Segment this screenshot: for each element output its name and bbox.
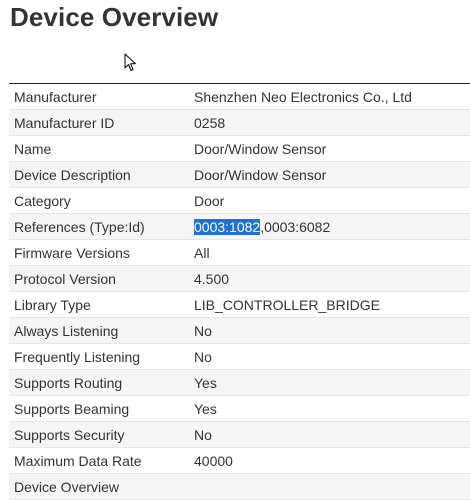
row-value: Yes xyxy=(194,374,217,391)
row-label: Supports Security xyxy=(14,426,125,443)
table-row-device-description: Device Description Door/Window Sensor xyxy=(9,162,470,188)
row-label: Supports Beaming xyxy=(14,400,130,417)
row-value[interactable]: 0003:1082,0003:6082 xyxy=(190,218,470,235)
row-value: 40000 xyxy=(194,452,233,469)
table-row-supports-beaming: Supports Beaming Yes xyxy=(9,396,470,422)
row-label: Device Description xyxy=(14,166,131,183)
table-row-category: Category Door xyxy=(9,188,470,214)
row-label: Manufacturer xyxy=(14,88,97,105)
page-title: Device Overview xyxy=(10,2,219,32)
row-label: Device Overview xyxy=(14,478,120,495)
row-label: Library Type xyxy=(14,296,91,313)
device-details-table: Manufacturer Shenzhen Neo Electronics Co… xyxy=(9,83,470,500)
row-label: Protocol Version xyxy=(14,270,116,287)
arrow-cursor-icon xyxy=(124,53,136,71)
table-row-manufacturer-id: Manufacturer ID 0258 xyxy=(9,110,470,136)
row-label: Manufacturer ID xyxy=(14,114,115,131)
table-row-device-overview: Device Overview xyxy=(9,474,470,500)
row-value: Shenzhen Neo Electronics Co., Ltd xyxy=(194,88,412,105)
row-value: 0258 xyxy=(194,114,226,131)
row-value: LIB_CONTROLLER_BRIDGE xyxy=(194,296,380,313)
row-value: Door xyxy=(194,192,225,209)
row-label: Always Listening xyxy=(14,322,119,339)
row-label: Maximum Data Rate xyxy=(14,452,142,469)
table-row-name: Name Door/Window Sensor xyxy=(9,136,470,162)
table-row-library-type: Library Type LIB_CONTROLLER_BRIDGE xyxy=(9,292,470,318)
row-value: Yes xyxy=(194,400,217,417)
row-value: Door/Window Sensor xyxy=(194,166,327,183)
table-row-maximum-data-rate: Maximum Data Rate 40000 xyxy=(9,448,470,474)
table-row-always-listening: Always Listening No xyxy=(9,318,470,344)
table-row-protocol-version: Protocol Version 4.500 xyxy=(9,266,470,292)
row-label: Firmware Versions xyxy=(14,244,130,261)
row-value: All xyxy=(194,244,210,261)
table-row-manufacturer: Manufacturer Shenzhen Neo Electronics Co… xyxy=(9,84,470,110)
row-label: References (Type:Id) xyxy=(14,218,145,235)
table-row-frequently-listening: Frequently Listening No xyxy=(9,344,470,370)
table-row-firmware-versions: Firmware Versions All xyxy=(9,240,470,266)
row-value: No xyxy=(194,426,212,443)
row-label: Category xyxy=(14,192,71,209)
row-value: No xyxy=(194,348,212,365)
selected-text[interactable]: 0003:1082 xyxy=(194,218,261,235)
row-label: Name xyxy=(14,140,52,157)
row-value: Door/Window Sensor xyxy=(194,140,327,157)
table-row-supports-security: Supports Security No xyxy=(9,422,470,448)
row-label: Frequently Listening xyxy=(14,348,141,365)
row-value: No xyxy=(194,322,212,339)
table-row-supports-routing: Supports Routing Yes xyxy=(9,370,470,396)
row-label: Supports Routing xyxy=(14,374,123,391)
row-value: 4.500 xyxy=(194,270,230,287)
unselected-text[interactable]: ,0003:6082 xyxy=(260,219,330,235)
table-row-references: References (Type:Id) 0003:1082,0003:6082 xyxy=(9,214,470,240)
